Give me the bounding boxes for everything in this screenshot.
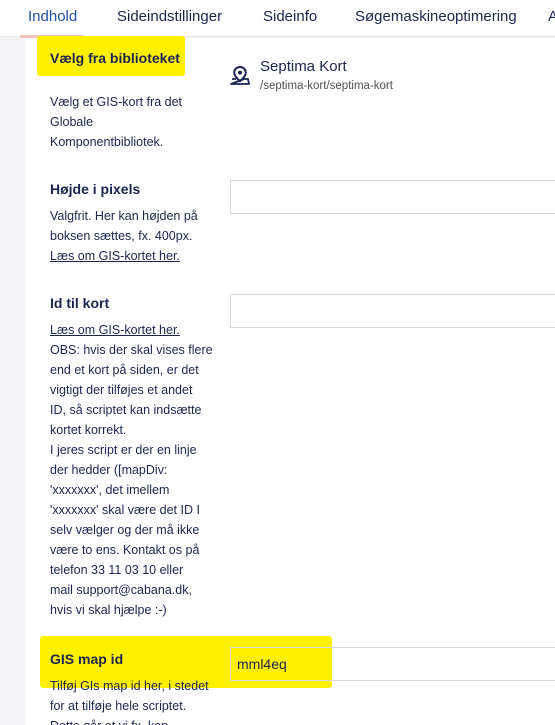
tab-indhold[interactable]: Indhold xyxy=(28,8,77,25)
left-rail xyxy=(0,38,25,725)
picked-item-path: /septima-kort/septima-kort xyxy=(260,80,393,92)
field-label-map-id: Id til kort xyxy=(50,295,110,311)
tab-sideinfo[interactable]: Sideinfo xyxy=(263,8,317,25)
tab-soegemaskineoptimering[interactable]: Søgemaskineoptimering xyxy=(355,8,517,25)
tab-sideindstillinger[interactable]: Sideindstillinger xyxy=(117,8,222,25)
field-description-library: Vælg et GIS-kort fra det Globale Kompone… xyxy=(50,95,182,149)
gis-map-id-input[interactable] xyxy=(230,647,555,681)
field-description-gis-map-id: Tilføj GIs map id her, i stedet for at t… xyxy=(50,679,209,725)
tab-overflow[interactable]: A xyxy=(548,8,555,25)
content-tabs: Indhold Sideindstillinger Sideinfo Søgem… xyxy=(0,0,555,38)
field-label-library: Vælg fra biblioteket xyxy=(50,50,180,66)
field-label-height: Højde i pixels xyxy=(50,181,141,197)
read-about-gis-link-map-id[interactable]: Læs om GIS-kortet her. xyxy=(50,320,215,340)
height-pixels-input[interactable] xyxy=(230,180,555,214)
map-marker-icon xyxy=(230,65,250,85)
map-id-input[interactable] xyxy=(230,294,555,328)
read-about-gis-link-height[interactable]: Læs om GIS-kortet her. xyxy=(50,246,215,266)
field-description-height: Valgfrit. Her kan højden på boksen sætte… xyxy=(50,206,215,266)
field-description-map-id: Læs om GIS-kortet her. OBS: hvis der ska… xyxy=(50,320,215,620)
picked-item-name: Septima Kort xyxy=(260,58,347,75)
field-label-gis-map-id: GIS map id xyxy=(50,651,124,667)
